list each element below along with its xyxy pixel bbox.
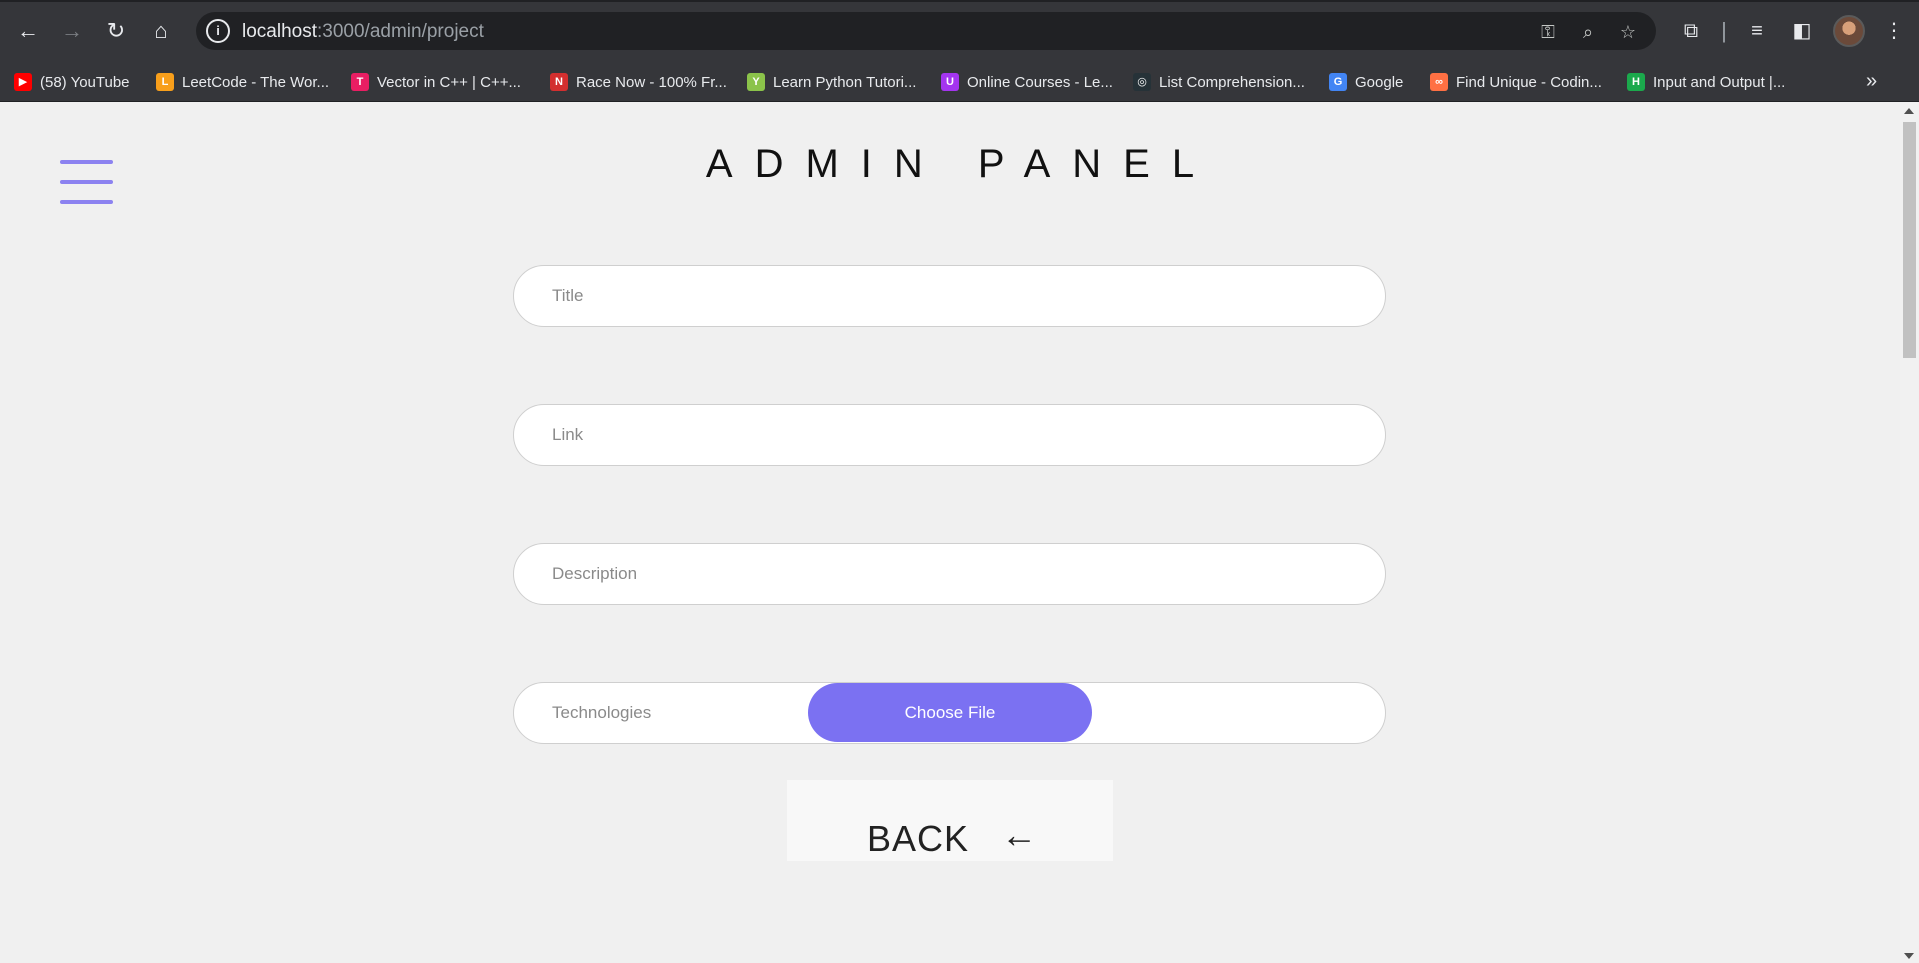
bookmark-item[interactable]: T Vector in C++ | C++...	[351, 72, 521, 92]
site-info-icon[interactable]: i	[206, 19, 230, 43]
toolbar-divider: |	[1721, 18, 1727, 43]
address-bar[interactable]: i localhost:3000/admin/project ⚿ ⌕ ☆	[196, 12, 1656, 50]
home-icon[interactable]: ⌂	[145, 15, 177, 47]
bookmark-star-icon[interactable]: ☆	[1616, 20, 1640, 44]
browser-toolbar: ← → ↻ ⌂ i localhost:3000/admin/project ⚿…	[0, 0, 1919, 62]
menu-kebab-icon[interactable]: ⋮	[1878, 15, 1910, 47]
hackerrank-icon: H	[1627, 73, 1645, 91]
url-text[interactable]: localhost:3000/admin/project	[242, 21, 484, 43]
bookmark-item[interactable]: Y Learn Python Tutori...	[747, 72, 916, 92]
youtube-icon: ▶	[14, 73, 32, 91]
bookmark-item[interactable]: U Online Courses - Le...	[941, 72, 1113, 92]
bookmark-item[interactable]: H Input and Output |...	[1627, 72, 1785, 92]
media-control-icon[interactable]: ≡	[1741, 15, 1773, 47]
side-panel-icon[interactable]: ◧	[1786, 15, 1818, 47]
tab-strip	[0, 0, 1919, 2]
scroll-down-icon[interactable]	[1904, 953, 1914, 959]
admin-project-page: ADMIN PANEL Choose File BACK ←	[0, 102, 1900, 963]
forward-arrow-icon[interactable]: →	[56, 15, 88, 47]
reload-icon[interactable]: ↻	[100, 15, 132, 47]
google-icon: G	[1329, 73, 1347, 91]
extensions-icon[interactable]: ⧉	[1675, 15, 1707, 47]
udemy-icon: U	[941, 73, 959, 91]
scroll-up-icon[interactable]	[1904, 108, 1914, 114]
profile-avatar[interactable]	[1833, 15, 1865, 47]
back-button[interactable]: BACK ←	[787, 780, 1113, 861]
site-icon: Y	[747, 73, 765, 91]
site-icon: N	[550, 73, 568, 91]
password-key-icon[interactable]: ⚿	[1536, 20, 1560, 44]
bookmark-item[interactable]: G Google	[1329, 72, 1403, 92]
left-arrow-icon: ←	[1001, 814, 1037, 855]
choose-file-button[interactable]: Choose File	[808, 683, 1092, 742]
site-icon: T	[351, 73, 369, 91]
bookmark-item[interactable]: ◎ List Comprehension...	[1133, 72, 1305, 92]
link-input[interactable]	[513, 404, 1386, 466]
bookmark-item[interactable]: N Race Now - 100% Fr...	[550, 72, 727, 92]
back-label: BACK	[867, 818, 970, 859]
zoom-icon[interactable]: ⌕	[1576, 20, 1600, 44]
bookmark-item[interactable]: ∞ Find Unique - Codin...	[1430, 72, 1602, 92]
page-scrollbar[interactable]	[1900, 102, 1919, 963]
back-arrow-icon[interactable]: ←	[12, 15, 44, 47]
leetcode-icon: L	[156, 73, 174, 91]
bookmark-item[interactable]: ▶ (58) YouTube	[14, 72, 130, 92]
bookmark-item[interactable]: L LeetCode - The Wor...	[156, 72, 329, 92]
page-title: ADMIN PANEL	[705, 142, 1217, 186]
chevron-double-right-icon[interactable]: »	[1866, 70, 1877, 93]
bookmarks-bar: ▶ (58) YouTube L LeetCode - The Wor... T Ve…	[0, 62, 1919, 102]
title-input[interactable]	[513, 265, 1386, 327]
site-icon: ◎	[1133, 73, 1151, 91]
scroll-thumb[interactable]	[1903, 122, 1916, 358]
site-icon: ∞	[1430, 73, 1448, 91]
description-input[interactable]	[513, 543, 1386, 605]
